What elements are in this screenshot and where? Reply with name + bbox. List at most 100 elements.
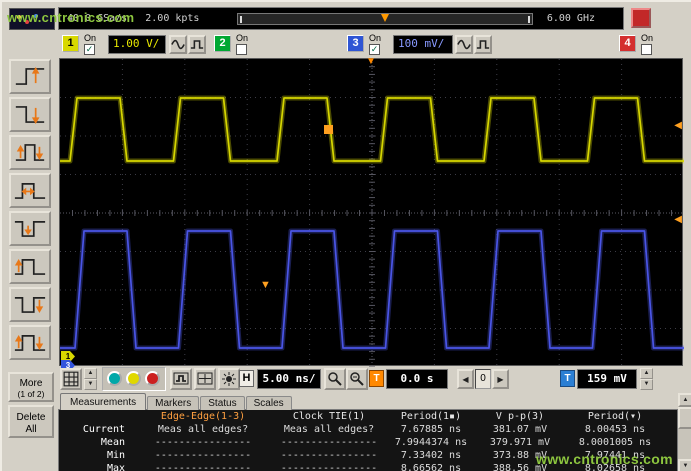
channel-3-scale-display[interactable]: 100 mV/ [393,35,453,54]
delete-all-button[interactable]: Delete All [8,405,54,438]
either-edge-trigger-icon[interactable] [9,135,51,170]
channel-2-on-checkbox[interactable] [236,44,247,55]
negative-pulse-glyph [13,290,47,319]
meas-value: 381.07 mV [477,424,563,437]
channel-4-on-checkbox[interactable] [641,44,652,55]
pulse-width-glyph [13,176,47,205]
scroll-up-button[interactable] [678,393,691,407]
yellow-marker-button[interactable] [126,371,141,386]
negative-pulse-trigger-icon[interactable] [9,287,51,322]
channel-4-button[interactable]: 4 [619,35,636,52]
meas-value: 7.33402 ns [385,450,477,463]
channel-2-on-block: On [236,33,262,57]
zoom-out-button[interactable] [324,368,346,390]
waveform-grid [60,59,684,367]
window-pulse-trigger-icon[interactable] [9,325,51,360]
either-edge-glyph [13,138,47,167]
bandwidth-readout: 6.00 GHz [547,13,595,24]
tab-status[interactable]: Status [200,396,244,410]
magnifier-icon [327,371,343,387]
trigger-time-marker[interactable] [366,56,376,67]
channel-1-button[interactable]: 1 [62,35,79,52]
meas-value: ---------------- [273,437,385,450]
timebase-position-bar[interactable] [237,13,533,25]
positive-pulse-trigger-icon[interactable] [9,249,51,284]
spinner-up-icon[interactable] [84,368,97,379]
tab-scales[interactable]: Scales [246,396,292,410]
acquisition-status-panel: 40.0 GSa/s 2.00 kpts 6.00 GHz [58,7,624,30]
pulse-width-trigger-icon[interactable] [9,173,51,208]
horizontal-position-display[interactable]: 0.0 s [386,369,448,389]
spinner-down-icon[interactable] [640,379,653,390]
scroll-left-button[interactable] [457,369,474,389]
meas-value: ---------------- [273,450,385,463]
scroll-right-button[interactable] [492,369,509,389]
close-button[interactable] [631,8,651,28]
channel-1-scale-display[interactable]: 1.00 V/ [108,35,166,54]
channel-3-waveform-button[interactable] [455,35,473,54]
tab-measurements[interactable]: Measurements [60,393,146,410]
meas-value: 8.0001005 ns [563,437,667,450]
display-mode-button[interactable] [170,368,192,390]
magnifier-icon [349,371,365,387]
channel-1-coupling-button[interactable] [188,35,206,54]
sine-icon [171,37,185,52]
channel-3-button[interactable]: 3 [347,35,364,52]
sun-icon [221,371,237,387]
trigger-level-display[interactable]: 159 mV [577,369,637,389]
waveform-display[interactable]: 1 3 [59,58,683,366]
meas-value: 7.67885 ns [385,424,477,437]
scroll-down-button[interactable] [678,459,691,471]
meas-value: 8.66562 ns [385,463,477,471]
trigger-level-spinner[interactable] [640,368,653,390]
channel-3-on-checkbox[interactable] [369,44,380,55]
meas-header-period-1: Period(1▪) [385,411,477,424]
channel-1-on-checkbox[interactable] [84,44,95,55]
oscilloscope-window: www.cntronics.com www.cntronics.com 40.0… [0,0,691,471]
measurements-scrollbar[interactable] [678,393,691,471]
intensity-spinner[interactable] [84,368,97,390]
grid-settings-button[interactable] [60,368,82,390]
teal-marker-button[interactable] [107,371,122,386]
red-marker-button[interactable] [145,371,160,386]
timebase-right-tick [528,16,530,23]
horizontal-position-marker-icon: T [369,370,384,387]
measurements-row-current: Current Meas all edges? Meas all edges? … [59,424,677,437]
row-label: Max [59,463,133,471]
rising-edge-trigger-icon[interactable] [9,59,51,94]
meas-value: Meas all edges? [273,424,385,437]
left-arrow-icon [462,375,468,384]
spinner-down-icon[interactable] [84,379,97,390]
runt-pulse-glyph [13,214,47,243]
trigger-level-marker-ch3[interactable] [674,215,682,225]
screen-cross-icon [197,371,213,387]
channel-3-on-label: On [369,33,395,43]
row-label: Current [59,424,133,437]
tab-markers[interactable]: Markers [147,396,199,410]
channel-3-coupling-button[interactable] [474,35,492,54]
position-zero-button[interactable]: 0 [475,369,491,389]
trigger-level-marker-ch1[interactable] [674,121,682,131]
channel-2-button[interactable]: 2 [214,35,231,52]
zoom-in-button[interactable] [346,368,368,390]
falling-edge-glyph [13,100,47,129]
square-wave-icon [476,37,490,52]
scrollbar-thumb[interactable] [678,407,691,429]
trigger-tool-palette [9,59,53,360]
period-measurement-marker[interactable] [324,125,333,134]
brightness-button[interactable] [218,368,240,390]
more-tools-button[interactable]: More (1 of 2) [8,372,54,402]
channel-1-waveform-button[interactable] [169,35,187,54]
meas-value: ---------------- [133,437,273,450]
trigger-source-icon: T [560,370,575,387]
delta-marker[interactable] [260,279,271,291]
measurements-header-spacer [59,411,133,424]
display-settings-button[interactable] [194,368,216,390]
meas-value: Meas all edges? [133,424,273,437]
spinner-up-icon[interactable] [640,368,653,379]
channel-1-on-label: On [84,33,110,43]
horizontal-scale-display[interactable]: 5.00 ns/ [257,369,321,389]
meas-value: 8.00453 ns [563,424,667,437]
falling-edge-trigger-icon[interactable] [9,97,51,132]
runt-pulse-trigger-icon[interactable] [9,211,51,246]
